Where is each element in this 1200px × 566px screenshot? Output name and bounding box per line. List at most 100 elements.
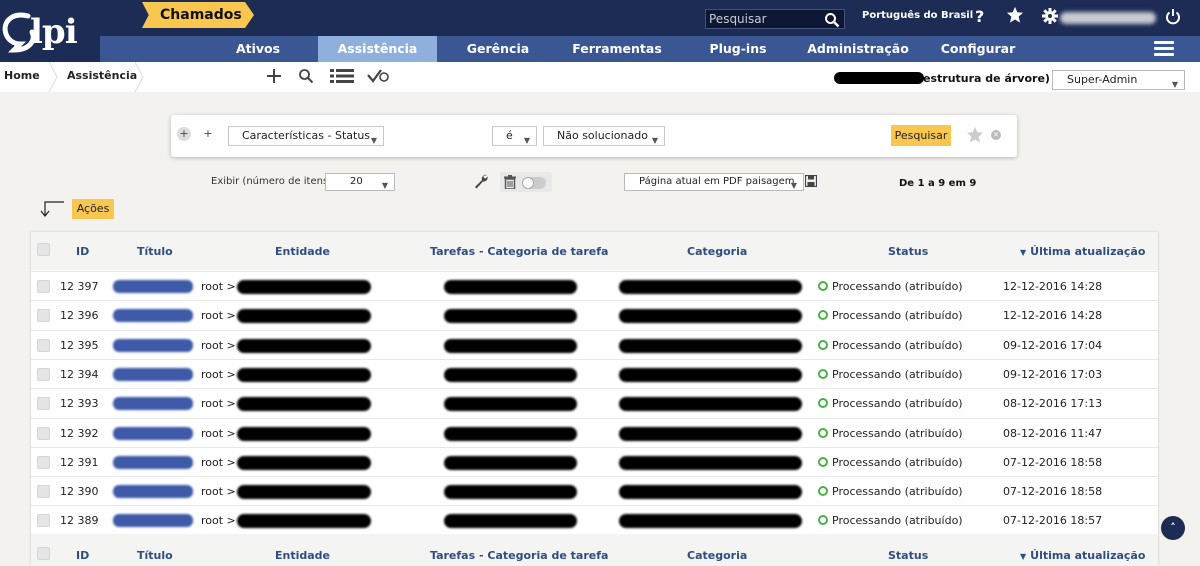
- wrench-icon[interactable]: [473, 173, 489, 189]
- breadcrumb-assistencia[interactable]: Assistência: [67, 62, 137, 92]
- ticket-title-redacted[interactable]: [113, 455, 193, 469]
- list-icon[interactable]: [330, 69, 354, 83]
- gear-icon[interactable]: [1042, 8, 1058, 24]
- ticket-id[interactable]: 12 395: [60, 339, 99, 352]
- ticket-last-update: 08-12-2016 17:13: [1003, 397, 1103, 411]
- column-header-updated[interactable]: ▼ Última atualização: [1020, 245, 1145, 258]
- ticket-title-redacted[interactable]: [113, 485, 193, 499]
- search-icon[interactable]: [824, 12, 840, 28]
- language-link[interactable]: Português do Brasil: [862, 10, 973, 21]
- ticket-id[interactable]: 12 397: [60, 280, 99, 293]
- select-all-checkbox-footer[interactable]: [37, 547, 50, 560]
- ticket-id[interactable]: 12 390: [60, 485, 99, 498]
- display-count-select[interactable]: 20 ▼: [325, 173, 395, 191]
- check-filter-icon[interactable]: [367, 69, 389, 83]
- global-search[interactable]: [705, 9, 845, 29]
- nav-item-ferramentas[interactable]: Ferramentas: [566, 36, 668, 62]
- add-criterion-icon[interactable]: +: [201, 127, 215, 141]
- criteria-field-value: Características - Status: [242, 129, 371, 142]
- column-footer-title[interactable]: Título: [137, 549, 173, 562]
- glpi-logo[interactable]: lpi: [0, 0, 100, 62]
- search-tool-icon[interactable]: [298, 68, 314, 84]
- ticket-last-update: 07-12-2016 18:57: [1003, 514, 1103, 528]
- criteria-value-select[interactable]: Não solucionado ▼: [543, 126, 665, 146]
- column-footer-id[interactable]: ID: [76, 549, 89, 562]
- scroll-top-icon[interactable]: ˄: [1161, 516, 1185, 540]
- row-checkbox[interactable]: [37, 485, 50, 499]
- nav-item-plugins[interactable]: Plug-ins: [700, 36, 776, 62]
- table-row[interactable]: 12 396 root > Processando (atribuído) 12-1…: [31, 300, 1158, 330]
- criteria-operator-select[interactable]: é ▼: [492, 126, 537, 146]
- trash-view-toggle[interactable]: [522, 177, 546, 189]
- table-row[interactable]: 12 395 root > Processando (atribuído) 09-1…: [31, 329, 1158, 359]
- column-header-entity[interactable]: Entidade: [275, 245, 330, 258]
- criteria-operator-value: é: [506, 129, 513, 142]
- add-icon[interactable]: [266, 68, 282, 84]
- column-header-title[interactable]: Título: [137, 245, 173, 258]
- row-checkbox[interactable]: [37, 426, 50, 440]
- ticket-title-redacted[interactable]: [113, 309, 193, 323]
- row-checkbox[interactable]: [37, 367, 50, 381]
- column-header-tasks[interactable]: Tarefas - Categoria de tarefa: [430, 245, 608, 258]
- ticket-id[interactable]: 12 393: [60, 397, 99, 410]
- breadcrumb-home[interactable]: Home: [4, 62, 40, 92]
- ticket-title-redacted[interactable]: [113, 426, 193, 440]
- search-button[interactable]: Pesquisar: [891, 125, 951, 146]
- criteria-field-select[interactable]: Características - Status ▼: [228, 126, 384, 146]
- nav-item-administracao[interactable]: Administração: [804, 36, 912, 62]
- trash-icon[interactable]: [504, 175, 516, 189]
- nav-item-configurar[interactable]: Configurar: [936, 36, 1020, 62]
- export-format-select[interactable]: Página atual em PDF paisagem ▼: [624, 173, 804, 191]
- user-name-redacted[interactable]: [1060, 12, 1156, 24]
- ticket-title-redacted[interactable]: [113, 280, 193, 293]
- nav-item-gerencia[interactable]: Gerência: [458, 36, 538, 62]
- table-row[interactable]: 12 397 root > Processando (atribuído) 12-1…: [31, 271, 1158, 300]
- nav-item-ativos[interactable]: Ativos: [218, 36, 298, 62]
- table-row[interactable]: 12 389 root > Processando (atribuído) 07-1…: [31, 505, 1158, 535]
- ticket-id[interactable]: 12 394: [60, 368, 99, 381]
- row-checkbox[interactable]: [37, 338, 50, 352]
- row-checkbox[interactable]: [37, 280, 50, 293]
- power-icon[interactable]: [1165, 8, 1181, 26]
- ticket-id[interactable]: 12 391: [60, 456, 99, 469]
- help-icon[interactable]: ?: [975, 7, 984, 26]
- save-icon[interactable]: [805, 175, 817, 187]
- ticket-title-redacted[interactable]: [113, 338, 193, 352]
- column-footer-category[interactable]: Categoria: [687, 549, 747, 562]
- select-all-checkbox[interactable]: [37, 243, 50, 256]
- actions-button[interactable]: Ações: [72, 199, 114, 219]
- column-footer-tasks[interactable]: Tarefas - Categoria de tarefa: [430, 549, 608, 562]
- breadcrumb-chamados[interactable]: Chamados: [142, 2, 254, 28]
- global-search-input[interactable]: [706, 10, 824, 28]
- entity-tree-label[interactable]: estrutura de árvore): [923, 72, 1050, 85]
- column-footer-status[interactable]: Status: [888, 549, 928, 562]
- table-row[interactable]: 12 392 root > Processando (atribuído) 08-1…: [31, 417, 1158, 447]
- column-footer-entity[interactable]: Entidade: [275, 549, 330, 562]
- ticket-category-redacted: [619, 455, 802, 470]
- ticket-title-redacted[interactable]: [113, 514, 193, 528]
- table-row[interactable]: 12 391 root > Processando (atribuído) 07-1…: [31, 446, 1158, 476]
- save-search-star-icon[interactable]: [966, 126, 984, 144]
- nav-item-assistencia[interactable]: Assistência: [318, 36, 437, 62]
- row-checkbox[interactable]: [37, 455, 50, 469]
- column-footer-updated[interactable]: ▼ Última atualização: [1020, 549, 1145, 562]
- column-header-id[interactable]: ID: [76, 245, 89, 258]
- star-icon[interactable]: [1006, 6, 1024, 24]
- add-criterion-group-icon[interactable]: +: [177, 127, 191, 141]
- ticket-id[interactable]: 12 389: [60, 514, 99, 527]
- row-checkbox[interactable]: [37, 309, 50, 323]
- row-checkbox[interactable]: [37, 397, 50, 411]
- table-row[interactable]: 12 393 root > Processando (atribuído) 08-1…: [31, 388, 1158, 418]
- profile-select[interactable]: Super-Admin ▼: [1052, 70, 1185, 90]
- row-checkbox[interactable]: [37, 514, 50, 528]
- hamburger-menu-icon[interactable]: [1154, 41, 1174, 57]
- column-header-status[interactable]: Status: [888, 245, 928, 258]
- table-row[interactable]: 12 394 root > Processando (atribuído) 09-1…: [31, 358, 1158, 388]
- table-row[interactable]: 12 390 root > Processando (atribuído) 07-1…: [31, 476, 1158, 506]
- ticket-title-redacted[interactable]: [113, 397, 193, 411]
- ticket-id[interactable]: 12 396: [60, 309, 99, 322]
- reset-search-icon[interactable]: ✕: [991, 130, 1001, 140]
- ticket-title-redacted[interactable]: [113, 367, 193, 381]
- ticket-id[interactable]: 12 392: [60, 427, 99, 440]
- column-header-category[interactable]: Categoria: [687, 245, 747, 258]
